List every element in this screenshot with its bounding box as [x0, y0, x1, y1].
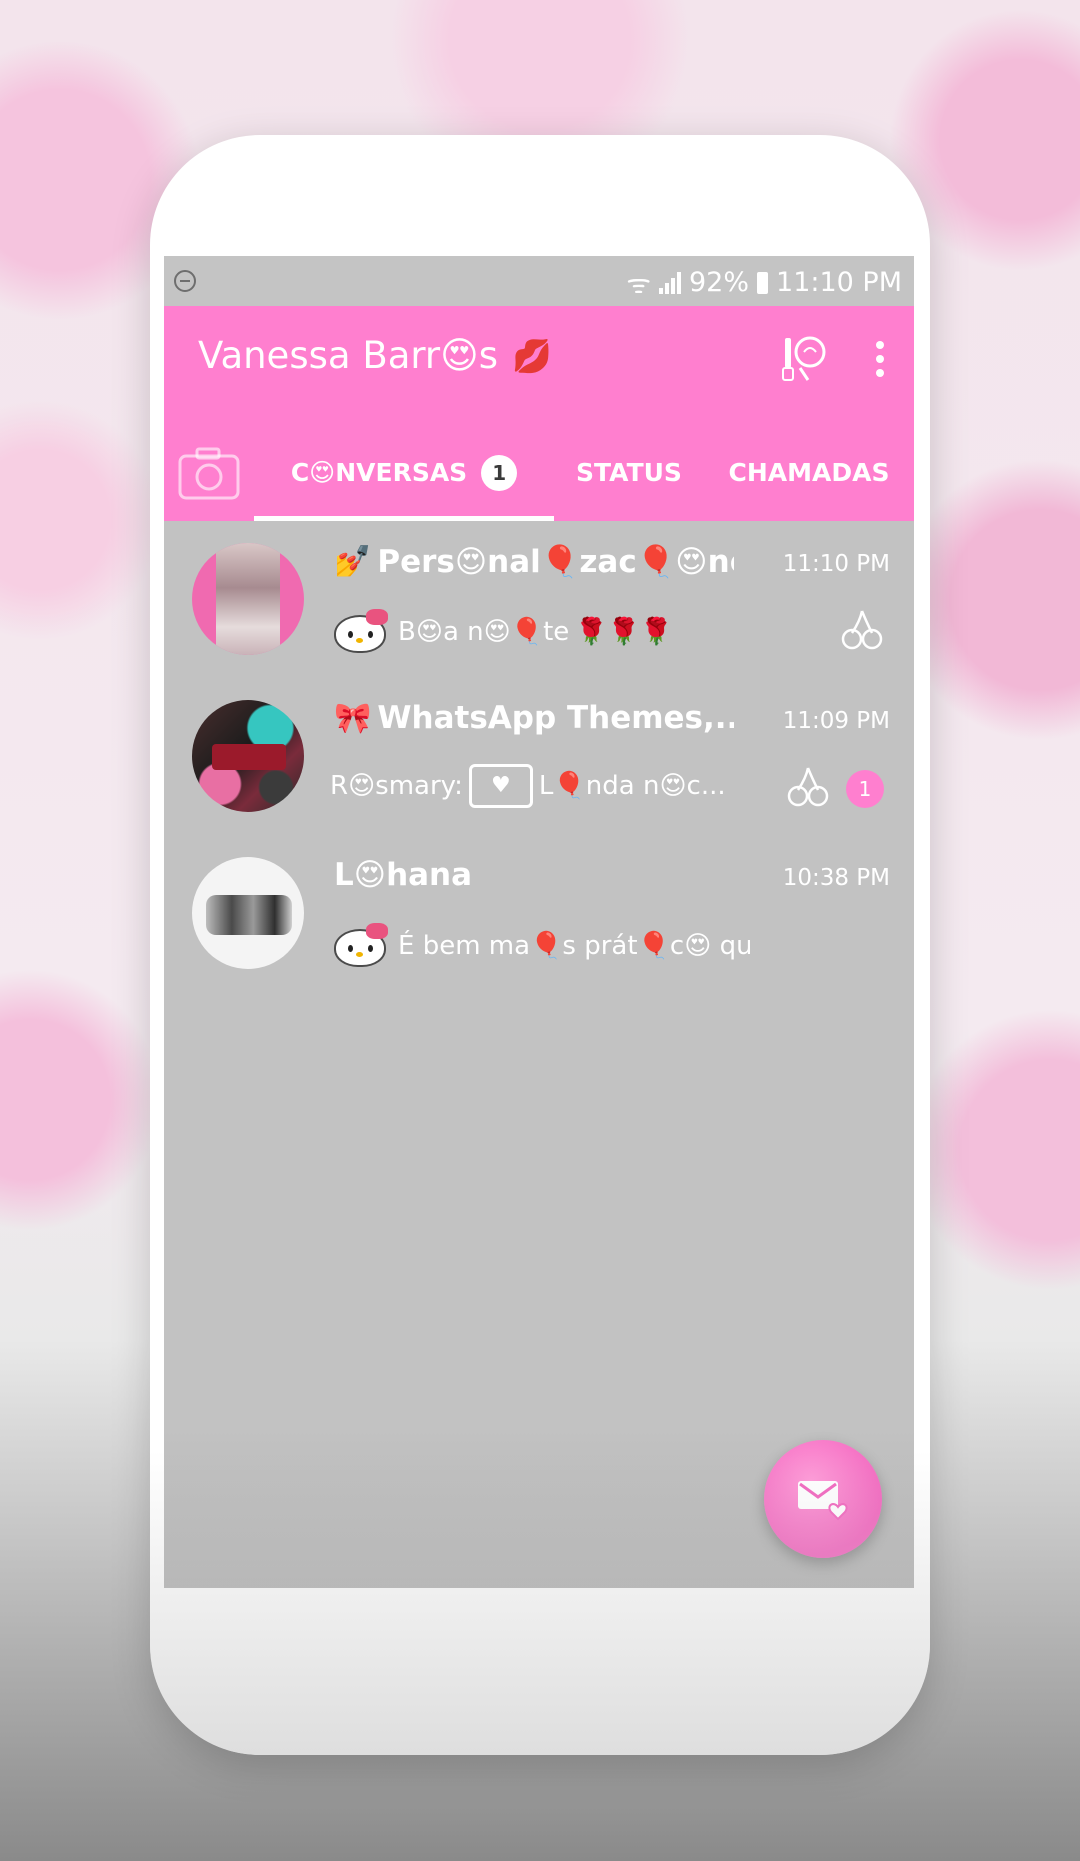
tab-label: STATUS: [576, 458, 682, 487]
chat-time: 10:38 PM: [782, 865, 890, 891]
new-message-button[interactable]: [764, 1440, 882, 1558]
customize-tool-icon[interactable]: [780, 334, 828, 384]
unread-badge: 1: [846, 770, 884, 808]
chat-name: 💅 Pers😍nal🎈zac🎈😍nes...: [334, 543, 734, 580]
chat-preview: É bem ma🎈s prát🎈c😍 que 😍 n...: [330, 921, 750, 971]
hello-kitty-icon: [330, 607, 392, 657]
profile-name: Vanessa Barr😍s: [198, 334, 498, 377]
status-time: 11:10 PM: [776, 267, 902, 298]
tab-chamadas[interactable]: CHAMADAS: [704, 424, 914, 521]
lips-icon: 💋: [512, 336, 552, 375]
cherry-icon: [786, 764, 830, 808]
chat-row[interactable]: 💅 Pers😍nal🎈zac🎈😍nes... 11:10 PM B😍a n😍🎈t…: [164, 521, 914, 678]
tab-bar: C😍NVERSAS 1 STATUS CHAMADAS: [164, 424, 914, 521]
chat-name: 🎀 WhatsApp Themes,...: [334, 700, 734, 736]
tab-label: C😍NVERSAS: [290, 458, 468, 487]
more-options-icon[interactable]: [872, 335, 888, 383]
chat-name: L😍hana: [334, 857, 472, 893]
ribbon-icon: 🎀: [334, 700, 372, 736]
status-indicators: ᯤ 92% 11:10 PM: [626, 264, 902, 301]
chat-preview-text: L🎈nda n😍c...: [538, 771, 726, 801]
nail-polish-icon: 💅: [334, 544, 372, 579]
hello-kitty-icon: [330, 921, 392, 971]
new-message-icon: [798, 1481, 848, 1521]
avatar[interactable]: [192, 543, 304, 655]
avatar[interactable]: [192, 700, 304, 812]
app-header: Vanessa Barr😍s 💋 C😍NVERSAS 1 STATUS CHAM…: [164, 306, 914, 521]
chat-name-text: WhatsApp Themes,...: [377, 700, 734, 736]
chat-preview: R😍smary: ♥ L🎈nda n😍c...: [330, 764, 726, 808]
chat-time: 11:10 PM: [782, 551, 890, 577]
chat-sender: R😍smary:: [330, 771, 463, 801]
chat-time: 11:09 PM: [782, 708, 890, 734]
photo-icon: ♥: [468, 764, 533, 808]
status-bar: ᯤ 92% 11:10 PM: [164, 256, 914, 306]
chat-name-text: Pers😍nal🎈zac🎈😍nes...: [377, 544, 734, 580]
app-title: Vanessa Barr😍s 💋: [198, 334, 552, 377]
unread-count-badge: 1: [481, 454, 518, 491]
tab-label: CHAMADAS: [728, 458, 890, 487]
battery-icon: [757, 271, 769, 294]
chat-name-text: L😍hana: [334, 857, 473, 893]
battery-percent: 92%: [689, 267, 750, 298]
header-actions: [780, 334, 888, 384]
chat-preview-text: É bem ma🎈s prát🎈c😍 que 😍 n...: [398, 931, 750, 961]
wifi-icon: ᯤ: [626, 269, 651, 300]
do-not-disturb-icon: [174, 270, 196, 292]
camera-icon: [178, 447, 240, 499]
rose-icon: 🌹🌹🌹: [575, 617, 673, 647]
app-screen: ᯤ 92% 11:10 PM Vanessa Barr😍s 💋 C😍NVERSA…: [164, 256, 914, 1588]
chat-row[interactable]: L😍hana 10:38 PM É bem ma🎈s prát🎈c😍 que 😍…: [164, 835, 914, 992]
chat-preview-text: B😍a n😍🎈te: [398, 617, 570, 647]
chat-list: 💅 Pers😍nal🎈zac🎈😍nes... 11:10 PM B😍a n😍🎈t…: [164, 521, 914, 992]
cherry-icon: [840, 607, 884, 651]
tab-status[interactable]: STATUS: [554, 424, 704, 521]
signal-icon: [659, 271, 681, 294]
chat-preview: B😍a n😍🎈te 🌹🌹🌹: [330, 607, 672, 657]
avatar[interactable]: [192, 857, 304, 969]
tab-camera[interactable]: [164, 424, 254, 521]
tab-conversas[interactable]: C😍NVERSAS 1: [254, 424, 554, 521]
chat-row[interactable]: 🎀 WhatsApp Themes,... 11:09 PM R😍smary: …: [164, 678, 914, 835]
